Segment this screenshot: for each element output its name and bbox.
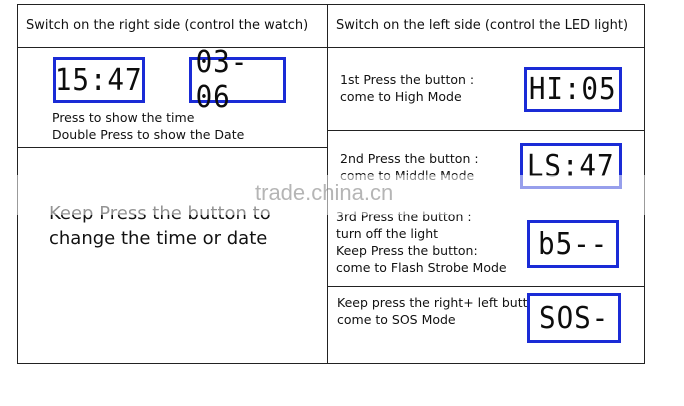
sos-mode-lcd-display: SOS-	[527, 293, 621, 343]
mode2-line-1: 2nd Press the button :	[340, 151, 479, 166]
date-lcd-value: 03-06	[195, 45, 249, 115]
mode3-line-3: Keep Press the button:	[336, 243, 478, 258]
high-mode-lcd-value: HI:05	[529, 72, 617, 107]
header-left-side-switch: Switch on the left side (control the LED…	[336, 18, 629, 33]
right-row-divider-1	[327, 130, 645, 131]
mode4-line-2: come to SOS Mode	[337, 312, 456, 327]
mode1-line-1: 1st Press the button :	[340, 72, 475, 87]
keep-press-line-2: change the time or date	[49, 228, 268, 249]
strobe-mode-lcd-display: b5--	[527, 220, 619, 268]
right-row-divider-2	[327, 286, 645, 287]
mode3-line-4: come to Flash Strobe Mode	[336, 260, 507, 275]
high-mode-lcd-display: HI:05	[524, 67, 622, 112]
mode3-line-2: turn off the light	[336, 226, 439, 241]
header-divider	[17, 47, 645, 48]
watch-instruction-1: Press to show the time	[52, 110, 195, 125]
date-lcd-display: 03-06	[189, 45, 286, 115]
mode4-line-1: Keep press the right+ left button :	[337, 295, 552, 310]
time-lcd-display: 15:47	[53, 57, 145, 103]
sos-mode-lcd-value: SOS-	[538, 300, 610, 336]
watch-instruction-2: Double Press to show the Date	[52, 127, 245, 142]
watermark: trade.china.cn	[255, 180, 394, 205]
mode1-line-2: come to High Mode	[340, 89, 462, 104]
time-lcd-value: 15:47	[55, 62, 143, 98]
strobe-mode-lcd-value: b5--	[537, 226, 609, 262]
left-row-divider	[17, 147, 328, 148]
header-right-side-switch: Switch on the right side (control the wa…	[26, 18, 309, 33]
